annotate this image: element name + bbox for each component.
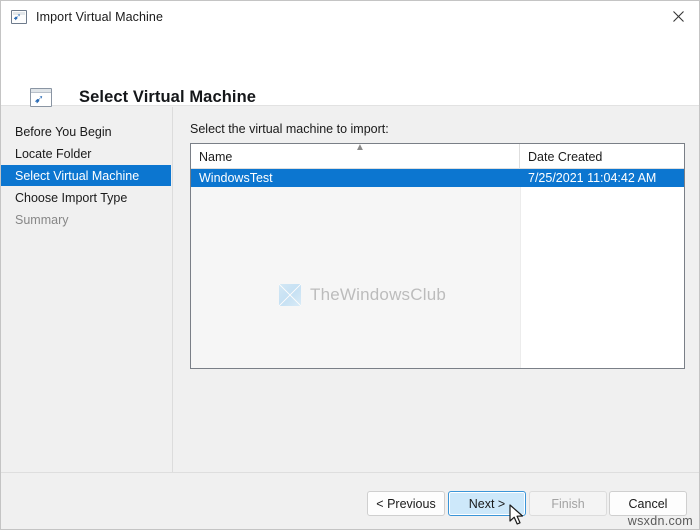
import-vm-icon xyxy=(11,9,27,24)
cell-date-created: 7/25/2021 11:04:42 AM xyxy=(528,171,657,185)
instruction-label: Select the virtual machine to import: xyxy=(190,122,389,136)
column-header-label: Date Created xyxy=(528,149,603,164)
table-row[interactable]: WindowsTest 7/25/2021 11:04:42 AM xyxy=(191,169,684,187)
previous-button[interactable]: < Previous xyxy=(367,491,445,516)
thewindowsclub-logo-icon xyxy=(279,284,301,306)
column-divider xyxy=(520,169,521,368)
import-vm-large-icon: ➹ xyxy=(30,88,52,107)
finish-button: Finish xyxy=(529,491,607,516)
thewindowsclub-watermark: TheWindowsClub xyxy=(279,284,446,306)
page-title: Select Virtual Machine xyxy=(79,88,257,106)
virtual-machine-list[interactable]: Name ▲ Date Created WindowsTest 7/25/202… xyxy=(190,143,685,369)
column-header-date-created[interactable]: Date Created xyxy=(520,144,684,169)
sidebar-item-label: Locate Folder xyxy=(15,146,92,161)
column-header-name[interactable]: Name ▲ xyxy=(191,144,520,169)
wizard-header: ➹ Select Virtual Machine xyxy=(1,32,699,107)
import-virtual-machine-dialog: Import Virtual Machine ➹ Select Virtual … xyxy=(0,0,700,530)
dialog-body: Before You Begin Locate Folder Select Vi… xyxy=(1,107,699,472)
watermark-text: TheWindowsClub xyxy=(310,285,447,304)
cell-name: WindowsTest xyxy=(199,171,273,185)
cancel-button[interactable]: Cancel xyxy=(609,491,687,516)
wizard-steps-sidebar: Before You Begin Locate Folder Select Vi… xyxy=(1,107,173,472)
chevron-up-icon: ▲ xyxy=(355,143,365,153)
window-title: Import Virtual Machine xyxy=(36,9,164,24)
sidebar-item-choose-import-type[interactable]: Choose Import Type xyxy=(1,187,171,208)
column-header-label: Name xyxy=(199,149,233,164)
sidebar-item-label: Summary xyxy=(15,212,69,227)
sidebar-item-label: Choose Import Type xyxy=(15,190,128,205)
sidebar-item-before-you-begin[interactable]: Before You Begin xyxy=(1,121,171,142)
sorted-column-tint xyxy=(191,169,520,368)
next-button[interactable]: Next > xyxy=(448,491,526,516)
list-header-row: Name ▲ Date Created xyxy=(191,144,684,169)
sidebar-item-select-virtual-machine[interactable]: Select Virtual Machine xyxy=(1,165,171,186)
content-pane: Select the virtual machine to import: Na… xyxy=(173,107,699,472)
dialog-footer: < Previous Next > Finish Cancel wsxdn.co… xyxy=(1,472,699,529)
sidebar-item-locate-folder[interactable]: Locate Folder xyxy=(1,143,171,164)
sidebar-item-label: Before You Begin xyxy=(15,124,112,139)
close-icon[interactable] xyxy=(655,1,699,32)
title-bar: Import Virtual Machine xyxy=(1,1,699,32)
list-body: WindowsTest 7/25/2021 11:04:42 AM TheWin… xyxy=(191,169,684,368)
corner-watermark: wsxdn.com xyxy=(627,514,693,528)
sidebar-item-summary: Summary xyxy=(1,209,171,230)
sidebar-item-label: Select Virtual Machine xyxy=(15,168,140,183)
